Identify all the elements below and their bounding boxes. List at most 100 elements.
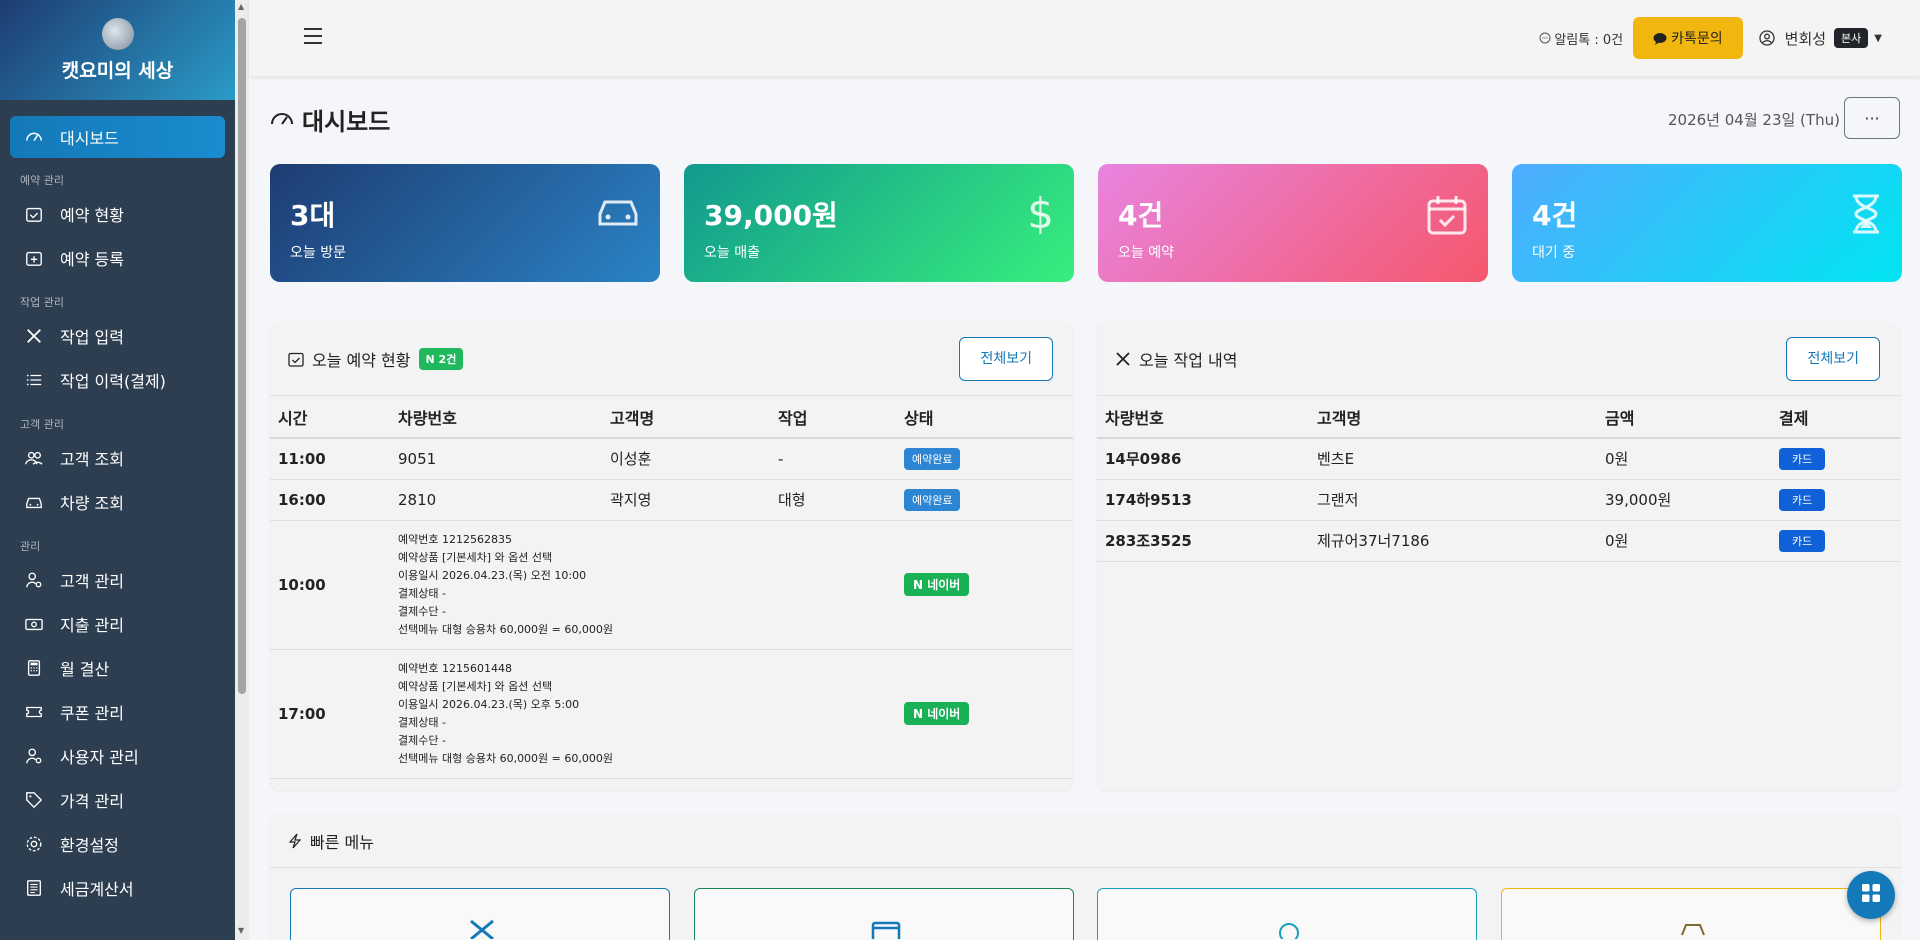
panel-header: 빠른 메뉴 [270, 814, 1900, 868]
panel-header: 오늘 예약 현황 N 2건 전체보기 [270, 322, 1073, 396]
today-work-panel: 오늘 작업 내역 전체보기 차량번호 고객명 금액 결제 14무0986 벤츠E… [1097, 322, 1900, 790]
gauge-icon [270, 106, 294, 134]
stat-card-waiting[interactable]: 4건 대기 중 [1512, 164, 1902, 282]
search-icon [1274, 921, 1304, 940]
more-options-button[interactable]: ··· [1844, 97, 1900, 139]
brand[interactable]: 캣요미의 세상 [0, 0, 235, 100]
view-all-reservations-button[interactable]: 전체보기 [959, 337, 1053, 381]
cell-amount: 39,000원 [1597, 479, 1771, 521]
table-row[interactable]: 11:00 9051 이성훈 - 예약완료 [270, 438, 1073, 480]
table-row[interactable]: 17:00 예약번호 1215601448 예약상품 [기본세차] 와 옵션 선… [270, 649, 1073, 779]
cell-work: 대형 [770, 479, 896, 521]
car-icon [24, 492, 44, 512]
view-all-work-button[interactable]: 전체보기 [1786, 337, 1880, 381]
table-row[interactable]: 10:00 예약번호 1212562835 예약상품 [기본세차] 와 옵션 선… [270, 520, 1073, 650]
sidebar-item-label: 작업 입력 [60, 328, 124, 347]
car-icon [596, 194, 640, 234]
panel-header: 오늘 작업 내역 전체보기 [1097, 322, 1900, 396]
gauge-icon [24, 127, 44, 147]
page-title: 대시보드 [270, 102, 390, 137]
cell-name: 제규어37너7186 [1309, 520, 1597, 562]
column-header: 차량번호 [1097, 396, 1309, 439]
sidebar-item-reservation-register[interactable]: 예약 등록 [0, 236, 235, 280]
grid-icon [1861, 883, 1881, 907]
person-gear-icon [24, 570, 44, 590]
table-row[interactable]: 14무0986 벤츠E 0원 카드 [1097, 438, 1900, 480]
scroll-up-arrow-icon[interactable]: ▲ [238, 2, 244, 11]
column-header: 고객명 [602, 396, 770, 439]
sidebar-item-label: 예약 현황 [60, 206, 124, 225]
sidebar-item-expense-manage[interactable]: 지출 관리 [0, 602, 235, 646]
sidebar-item-user-manage[interactable]: 사용자 관리 [0, 734, 235, 778]
page-scrollbar[interactable]: ▲ ▼ [235, 0, 249, 940]
cell-time: 17:00 [270, 649, 390, 779]
cell-time: 10:00 [270, 520, 390, 650]
quick-menu-customer[interactable] [1097, 888, 1477, 940]
sidebar-item-coupon-manage[interactable]: 쿠폰 관리 [0, 690, 235, 734]
detail-line: 결제수단 - [398, 604, 446, 618]
panel-title: 빠른 메뉴 [310, 832, 374, 852]
table-row[interactable]: 283조3525 제규어37너7186 0원 카드 [1097, 520, 1900, 562]
sidebar-item-label: 대시보드 [60, 129, 119, 148]
sidebar-item-settings[interactable]: 환경설정 [0, 822, 235, 866]
calendar-check-icon [24, 204, 44, 224]
ticket-icon [24, 702, 44, 722]
payment-badge: 카드 [1779, 529, 1826, 552]
detail-line: 예약번호 1215601448 [398, 661, 512, 675]
chat-bubble-icon [1653, 32, 1667, 45]
sidebar-nav: 대시보드 예약 관리 예약 현황 예약 등록 작업 관리 작업 입력 작업 이력… [0, 100, 235, 910]
cell-name: 곽지영 [602, 479, 770, 521]
gear-icon [24, 834, 44, 854]
cell-amount: 0원 [1597, 438, 1771, 480]
cell-plate: 9051 [390, 438, 602, 480]
nav-section-customer: 고객 관리 [20, 418, 64, 431]
calendar-check-icon [1426, 194, 1468, 240]
sidebar-item-vehicle-lookup[interactable]: 차량 조회 [0, 480, 235, 524]
sidebar-item-label: 환경설정 [60, 836, 119, 855]
user-menu[interactable]: 변회성 본사 ▼ [1758, 28, 1882, 49]
cell-plate: 174하9513 [1097, 479, 1309, 521]
stat-card-sales[interactable]: 39,000원 오늘 매출 $ [684, 164, 1074, 282]
kakao-inquiry-button[interactable]: 카톡문의 [1633, 17, 1743, 59]
sidebar-item-customer-manage[interactable]: 고객 관리 [0, 558, 235, 602]
sidebar-item-work-history[interactable]: 작업 이력(결제) [0, 358, 235, 402]
tools-icon [1115, 351, 1131, 367]
sidebar-item-label: 차량 조회 [60, 494, 124, 513]
scroll-down-arrow-icon[interactable]: ▼ [238, 926, 244, 935]
table-row[interactable]: 16:00 2810 곽지영 대형 예약완료 [270, 479, 1073, 521]
payment-badge: 카드 [1779, 488, 1826, 511]
stat-card-reservations[interactable]: 4건 오늘 예약 [1098, 164, 1488, 282]
panel-title: 오늘 예약 현황 [312, 350, 411, 370]
tag-icon [24, 790, 44, 810]
calendar-check-icon [288, 351, 304, 367]
cell-name: 벤츠E [1309, 438, 1597, 480]
detail-line: 결제수단 - [398, 733, 446, 747]
naver-reservation-detail: 예약번호 1215601448 예약상품 [기본세차] 와 옵션 선택 이용일시… [390, 649, 896, 779]
sidebar-item-reservation-status[interactable]: 예약 현황 [0, 192, 235, 236]
receipt-icon [24, 878, 44, 898]
calendar-plus-icon [24, 248, 44, 268]
alimtalk-counter[interactable]: 알림톡 : 0건 [1539, 29, 1623, 48]
sidebar-item-work-input[interactable]: 작업 입력 [0, 314, 235, 358]
status-badge: 예약완료 [904, 447, 961, 470]
sidebar-item-label: 가격 관리 [60, 792, 124, 811]
naver-badge: N 네이버 [904, 573, 970, 596]
sidebar-item-label: 사용자 관리 [60, 748, 139, 767]
sidebar-item-customer-lookup[interactable]: 고객 조회 [0, 436, 235, 480]
detail-line: 이용일시 2026.04.23.(목) 오전 10:00 [398, 568, 587, 582]
sidebar-item-tax-invoice[interactable]: 세금계산서 [0, 866, 235, 910]
sidebar-item-price-manage[interactable]: 가격 관리 [0, 778, 235, 822]
sidebar-item-monthly-settle[interactable]: 월 결산 [0, 646, 235, 690]
stat-card-visits[interactable]: 3대 오늘 방문 [270, 164, 660, 282]
floating-grid-button[interactable] [1847, 871, 1895, 919]
table-row[interactable]: 174하9513 그랜저 39,000원 카드 [1097, 479, 1900, 521]
nav-section-work: 작업 관리 [20, 296, 64, 309]
scrollbar-thumb[interactable] [238, 18, 246, 694]
hamburger-menu-icon[interactable] [304, 28, 322, 49]
sidebar-item-dashboard[interactable]: 대시보드 [10, 116, 225, 158]
naver-count-badge: N 2건 [418, 347, 464, 370]
user-name: 변회성 [1784, 29, 1827, 48]
quick-menu-reservation[interactable] [694, 888, 1074, 940]
quick-menu-work-input[interactable] [290, 888, 670, 940]
quick-menu-vehicle[interactable] [1501, 888, 1881, 940]
